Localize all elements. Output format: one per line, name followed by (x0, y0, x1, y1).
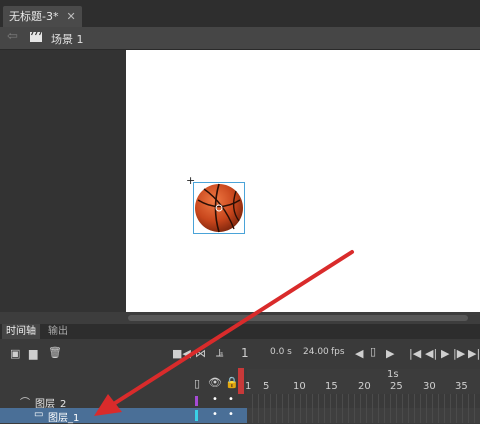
eye-icon[interactable]: 👁 (208, 376, 222, 389)
layer-color-swatch[interactable] (195, 410, 198, 421)
scene-label[interactable]: 场景 1 (51, 31, 84, 47)
frame-ruler[interactable]: 1s 1 5 10 15 20 25 30 35 (245, 369, 480, 397)
layer-row-selected[interactable]: ▭ 图层_1 • • (0, 408, 480, 424)
camera-icon[interactable]: ■◀ (172, 347, 191, 360)
lock-dot[interactable]: • (228, 409, 234, 420)
ruler-tick: 25 (390, 381, 403, 392)
layers-header: ▯ 👁 🔒 (0, 369, 247, 397)
scrollbar-thumb[interactable] (128, 315, 468, 321)
ruler-tick: 35 (455, 381, 468, 392)
current-frame-display: 1 (241, 346, 249, 360)
motion-guide-icon: ⌒ (20, 398, 30, 409)
ruler-tick: 10 (293, 381, 306, 392)
lock-dot[interactable]: • (228, 394, 234, 405)
new-folder-icon[interactable]: ▆ (29, 347, 37, 360)
step-back-icon[interactable]: ◀| (425, 347, 437, 360)
stage-canvas[interactable] (126, 50, 480, 312)
panel-tabs: 时间轴 输出 (0, 324, 480, 339)
ruler-tick: 5 (263, 381, 270, 392)
clapperboard-icon (30, 32, 42, 42)
horizontal-scrollbar[interactable] (0, 312, 480, 324)
delete-layer-icon[interactable]: 🗑 (48, 346, 62, 359)
layer-name[interactable]: 图层_1 (48, 409, 79, 424)
layer-icon: ▭ (34, 409, 44, 420)
close-tab-icon[interactable]: ✕ (66, 10, 75, 23)
pasteboard (0, 50, 126, 312)
tab-timeline[interactable]: 时间轴 (2, 324, 40, 339)
ruler-tick: 30 (423, 381, 436, 392)
step-forward-icon[interactable]: |▶ (453, 347, 465, 360)
tab-output[interactable]: 输出 (44, 324, 72, 339)
play-icon[interactable]: ▶ (441, 347, 449, 360)
prev-keyframe-icon[interactable]: ◀ (355, 347, 363, 360)
go-to-last-frame-icon[interactable]: ▶| (468, 347, 480, 360)
new-layer-icon[interactable]: ▣ (10, 347, 20, 360)
layer-parenting-icon[interactable]: ⋈ (195, 347, 206, 360)
outline-toggle-icon[interactable]: ▯ (194, 377, 200, 390)
document-tab[interactable]: 无标题-3* ✕ (3, 6, 82, 27)
timeline-toolbar: ▣ ▆ 🗑 ■◀ ⋈ ⫡ 1 0.0 s 24.00 fps ◀ ▯ ▶ |◀ … (0, 339, 480, 369)
back-arrow-icon[interactable]: ⇦ (7, 29, 18, 44)
ruler-seconds-label: 1s (387, 369, 399, 380)
basketball-symbol[interactable] (193, 182, 245, 234)
ruler-tick: 1 (245, 381, 252, 392)
layer-color-swatch[interactable] (195, 396, 198, 406)
visibility-dot[interactable]: • (212, 394, 218, 405)
document-tab-bar: 无标题-3* ✕ (0, 0, 480, 27)
frame-rate-value[interactable]: 24.00 (303, 347, 329, 357)
scene-bar: ⇦ 场景 1 (0, 27, 480, 50)
elapsed-time[interactable]: 0.0 s (270, 347, 292, 357)
graph-icon[interactable]: ⫡ (216, 346, 223, 360)
document-tab-title: 无标题-3* (9, 10, 59, 23)
layer-frames[interactable] (247, 408, 480, 423)
add-keyframe-icon[interactable]: ▯ (370, 345, 376, 358)
lock-icon[interactable]: 🔒 (225, 376, 239, 389)
layer-row[interactable]: ⌒ 图层_2 • • (0, 394, 480, 410)
ruler-tick: 20 (358, 381, 371, 392)
basketball-icon (195, 183, 243, 233)
layer-frames[interactable] (247, 394, 480, 408)
visibility-dot[interactable]: • (212, 409, 218, 420)
ruler-tick: 15 (325, 381, 338, 392)
next-keyframe-icon[interactable]: ▶ (386, 347, 394, 360)
frame-rate-unit: fps (331, 347, 345, 357)
go-to-first-frame-icon[interactable]: |◀ (409, 347, 421, 360)
